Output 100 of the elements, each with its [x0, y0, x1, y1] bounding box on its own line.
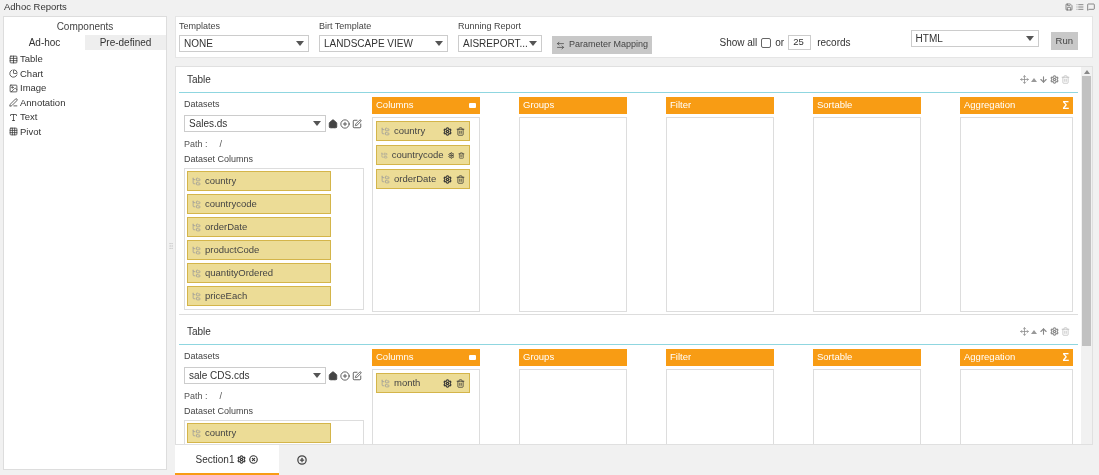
field-chip[interactable]: orderDate — [187, 217, 331, 237]
edit-icon[interactable] — [352, 370, 362, 381]
template-select[interactable]: LANDSCAPE VIEW — [319, 35, 448, 52]
add-icon[interactable] — [340, 370, 350, 381]
table-title: Table — [187, 73, 211, 87]
field-chip[interactable]: countrycode — [187, 194, 331, 214]
settings-icon[interactable] — [443, 378, 452, 388]
datasets-label: Datasets — [184, 350, 221, 363]
component-item[interactable]: Pivot — [9, 124, 166, 139]
field-chip[interactable]: quantityOrdered — [187, 263, 331, 283]
caret-icon — [313, 373, 321, 378]
home-icon[interactable] — [328, 370, 338, 381]
show-all-checkbox[interactable] — [761, 37, 772, 48]
caret-icon — [435, 41, 443, 46]
close-icon[interactable] — [249, 454, 259, 464]
trash-icon[interactable] — [456, 378, 465, 388]
panel-title: Filter — [670, 350, 692, 365]
comment-icon[interactable] — [1087, 3, 1095, 11]
trash-icon[interactable] — [456, 126, 465, 136]
edit-icon[interactable] — [352, 118, 362, 129]
settings-icon[interactable] — [237, 454, 247, 464]
scrollbar[interactable] — [1081, 67, 1092, 444]
caret-icon — [313, 121, 321, 126]
field-chip[interactable]: country — [376, 121, 470, 141]
move-icon[interactable] — [1020, 75, 1029, 84]
caret-icon — [296, 41, 304, 46]
folder-tree-icon — [381, 378, 390, 388]
folder-tree-icon — [192, 268, 201, 278]
pen-icon — [9, 98, 18, 108]
field-label: Templates — [179, 21, 222, 32]
field-chip[interactable]: country — [187, 423, 331, 443]
add-section-icon[interactable] — [297, 455, 307, 465]
panel-title: Groups — [523, 98, 555, 113]
component-item[interactable]: Table — [9, 52, 166, 67]
caret-icon — [529, 41, 537, 46]
field-chip[interactable]: countrycode — [376, 145, 470, 165]
field-chip[interactable]: country — [187, 171, 331, 191]
section-tab[interactable]: Section1 — [175, 445, 279, 475]
arrow-down-icon[interactable] — [1039, 75, 1048, 84]
image-icon — [9, 83, 18, 93]
list-icon[interactable] — [1076, 3, 1084, 11]
grid-icon — [9, 127, 18, 137]
field-chip[interactable]: orderDate — [376, 169, 470, 189]
format-select[interactable]: HTML — [910, 30, 1039, 47]
component-item[interactable]: Image — [9, 81, 166, 96]
settings-icon[interactable] — [443, 126, 452, 136]
parameter-mapping-button[interactable]: Parameter Mapping — [552, 36, 653, 54]
dataset-select[interactable]: Sales.ds — [184, 115, 326, 132]
show-all-label: Show all — [719, 36, 758, 50]
path-value: / — [219, 138, 223, 150]
component-item[interactable]: Chart — [9, 66, 166, 81]
folder-tree-icon — [192, 222, 201, 232]
record-count-field[interactable]: 25 — [788, 35, 812, 50]
panel-title: Sortable — [817, 98, 853, 113]
panel-title: Aggregation — [964, 98, 1016, 113]
component-item[interactable]: Annotation — [9, 95, 166, 110]
folder-tree-icon — [192, 291, 201, 301]
table-title: Table — [187, 325, 211, 339]
records-label: records — [817, 36, 851, 50]
caret-up-icon[interactable] — [1031, 77, 1037, 82]
folder-tree-icon — [381, 174, 390, 184]
panel-title: Columns — [376, 350, 414, 365]
scrollbar-thumb[interactable] — [1082, 76, 1091, 346]
template-select[interactable]: AISREPORT... — [458, 35, 542, 52]
splitter-grip-icon[interactable] — [167, 241, 175, 250]
folder-tree-icon — [192, 176, 201, 186]
add-icon[interactable] — [340, 118, 350, 129]
template-select[interactable]: NONE — [179, 35, 309, 52]
path-label: Path : — [184, 390, 208, 402]
trash-icon[interactable] — [456, 174, 465, 184]
panel-title: Sortable — [817, 350, 853, 365]
arrow-up-icon[interactable] — [1039, 327, 1048, 336]
folder-tree-icon — [192, 199, 201, 209]
field-chip[interactable]: month — [376, 373, 470, 393]
component-item[interactable]: Text — [9, 110, 166, 125]
dataset-columns-label: Dataset Columns — [184, 405, 255, 417]
dataset-select[interactable]: sale CDS.cds — [184, 367, 326, 384]
field-chip[interactable]: productCode — [187, 240, 331, 260]
sidebar-tab[interactable]: Pre-defined — [85, 35, 166, 50]
panel-title: Groups — [523, 350, 555, 365]
trash-icon[interactable] — [458, 150, 465, 160]
home-icon[interactable] — [328, 118, 338, 129]
folder-tree-icon — [192, 428, 201, 438]
move-icon[interactable] — [1020, 327, 1029, 336]
run-button[interactable]: Run — [1050, 32, 1078, 50]
scroll-up-icon[interactable] — [1083, 70, 1090, 74]
caret-icon — [1025, 36, 1034, 41]
window-title: Adhoc Reports — [4, 0, 67, 14]
or-label: or — [775, 36, 785, 50]
settings-icon[interactable] — [443, 174, 452, 184]
dataset-columns-label: Dataset Columns — [184, 153, 255, 165]
caret-up-icon[interactable] — [1031, 329, 1037, 334]
folder-tree-icon — [381, 150, 388, 160]
panel-title: Columns — [376, 98, 414, 113]
save-icon[interactable] — [1065, 3, 1073, 11]
field-chip[interactable]: priceEach — [187, 286, 331, 306]
datasets-label: Datasets — [184, 98, 221, 111]
sidebar-title: Components — [56, 19, 114, 34]
field-label: Birt Template — [319, 21, 373, 32]
path-value: / — [219, 390, 223, 402]
